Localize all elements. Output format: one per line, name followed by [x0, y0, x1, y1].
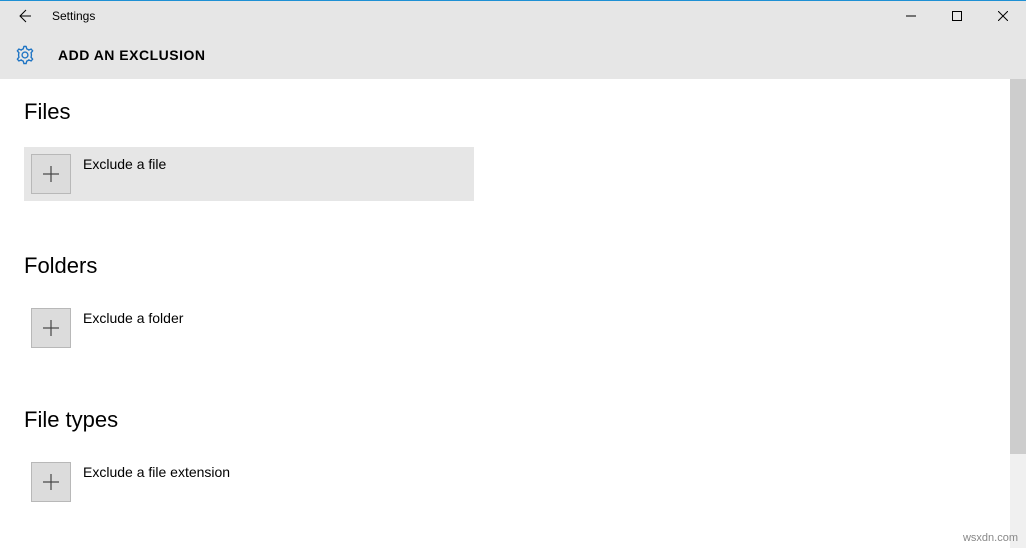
minimize-icon — [906, 11, 916, 21]
titlebar: Settings — [0, 1, 1026, 31]
back-arrow-icon — [16, 8, 32, 24]
plus-box — [31, 462, 71, 502]
maximize-icon — [952, 11, 962, 21]
close-icon — [998, 11, 1008, 21]
minimize-button[interactable] — [888, 1, 934, 31]
section-title-file-types: File types — [24, 407, 1002, 433]
scrollbar[interactable] — [1010, 79, 1026, 548]
plus-icon — [42, 473, 60, 491]
window-controls — [888, 1, 1026, 31]
exclude-file-button[interactable]: Exclude a file — [24, 147, 474, 201]
option-label: Exclude a file — [83, 156, 166, 172]
gear-icon — [14, 44, 36, 66]
option-label: Exclude a folder — [83, 310, 183, 326]
plus-box — [31, 308, 71, 348]
option-label: Exclude a file extension — [83, 464, 230, 480]
exclude-folder-button[interactable]: Exclude a folder — [24, 301, 474, 355]
section-file-types: File types Exclude a file extension — [24, 407, 1002, 509]
back-button[interactable] — [0, 1, 48, 31]
close-button[interactable] — [980, 1, 1026, 31]
exclude-file-extension-button[interactable]: Exclude a file extension — [24, 455, 474, 509]
section-folders: Folders Exclude a folder — [24, 253, 1002, 355]
page-header: ADD AN EXCLUSION — [0, 31, 1026, 79]
plus-box — [31, 154, 71, 194]
scrollbar-thumb[interactable] — [1010, 79, 1026, 454]
section-files: Files Exclude a file — [24, 99, 1002, 201]
plus-icon — [42, 319, 60, 337]
content-area: Files Exclude a file Folders Exclude a f… — [0, 79, 1026, 548]
watermark: wsxdn.com — [963, 532, 1018, 544]
app-title: Settings — [52, 9, 95, 23]
page-title: ADD AN EXCLUSION — [58, 47, 206, 63]
section-title-folders: Folders — [24, 253, 1002, 279]
plus-icon — [42, 165, 60, 183]
maximize-button[interactable] — [934, 1, 980, 31]
section-title-files: Files — [24, 99, 1002, 125]
